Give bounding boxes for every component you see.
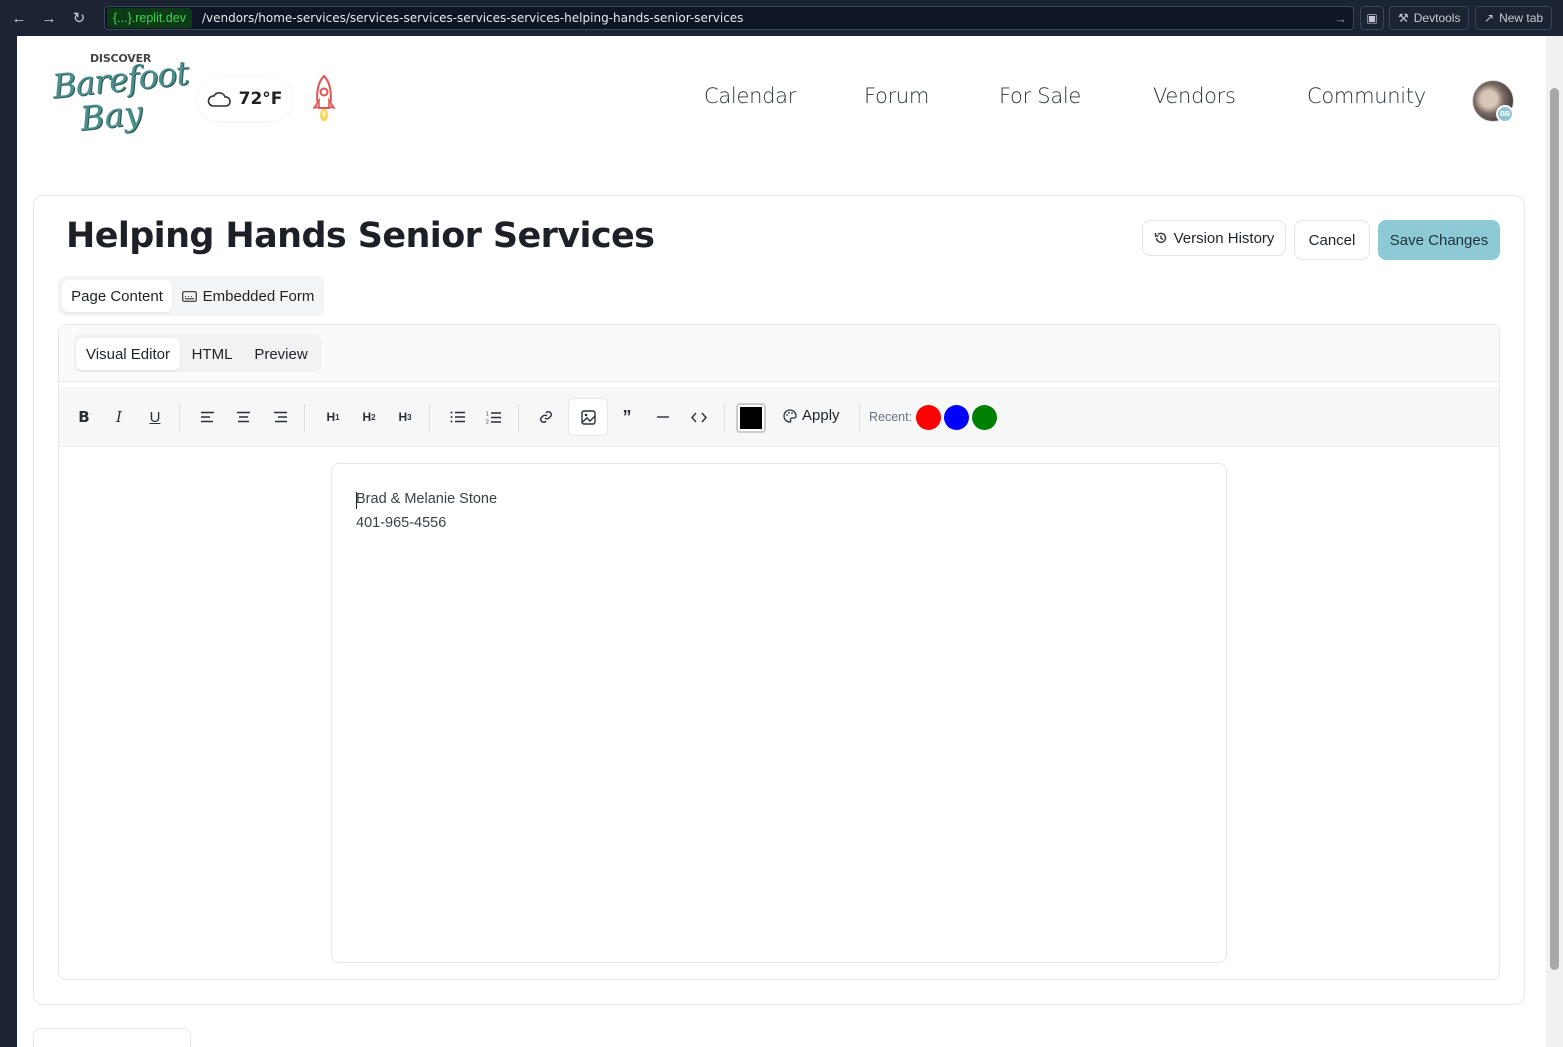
toolbar-divider — [518, 404, 519, 432]
bold-icon[interactable]: B — [66, 398, 102, 436]
heading3-icon[interactable]: H3 — [387, 398, 423, 436]
toolbar-divider — [304, 404, 305, 432]
tab-visual-editor[interactable]: Visual Editor — [76, 338, 180, 370]
text-color-picker[interactable] — [736, 403, 766, 433]
horizontal-rule-icon[interactable] — [645, 398, 681, 436]
page-title: Helping Hands Senior Services — [66, 216, 655, 256]
formatting-toolbar: B I U H1 H2 H3 12 ” Apply Recent: — [59, 387, 1499, 447]
ordered-list-icon[interactable]: 12 — [476, 398, 512, 436]
align-right-icon[interactable] — [262, 398, 298, 436]
nav-calendar[interactable]: Calendar — [704, 84, 796, 108]
recent-colors-label: Recent: — [869, 410, 913, 424]
avatar-badge: BB — [1496, 105, 1514, 123]
wrench-icon: ⚒ — [1398, 11, 1409, 25]
palette-icon — [783, 408, 797, 423]
browser-toolbar: ← → ↻ {...}.replit.dev /vendors/home-ser… — [0, 0, 1563, 36]
site-logo[interactable]: DISCOVER Barefoot Bay — [48, 50, 190, 140]
underline-icon[interactable]: U — [137, 398, 173, 436]
code-icon[interactable] — [681, 398, 717, 436]
tab-html-label: HTML — [191, 345, 233, 363]
tab-page-content-label: Page Content — [71, 287, 163, 305]
toolbar-divider — [724, 404, 725, 432]
url-domain: {...}.replit.dev — [107, 8, 192, 28]
tab-page-content[interactable]: Page Content — [62, 280, 172, 312]
cancel-label: Cancel — [1308, 231, 1356, 249]
align-center-icon[interactable] — [225, 398, 261, 436]
reload-icon[interactable]: ↻ — [66, 5, 92, 31]
url-path: /vendors/home-services/services-services… — [201, 11, 744, 25]
scrollbar[interactable] — [1546, 36, 1563, 1047]
recent-color-red[interactable] — [916, 405, 941, 430]
version-history-label: Version History — [1173, 229, 1275, 247]
align-left-icon[interactable] — [189, 398, 225, 436]
editor-container: Visual Editor HTML Preview B I U H1 H2 H… — [58, 324, 1500, 980]
save-button[interactable]: Save Changes — [1378, 220, 1500, 260]
new-tab-label: New tab — [1499, 11, 1544, 25]
nav-forum[interactable]: Forum — [864, 84, 929, 108]
address-bar[interactable]: {...}.replit.dev /vendors/home-services/… — [104, 6, 1354, 30]
form-icon — [181, 290, 197, 302]
tab-html[interactable]: HTML — [182, 338, 242, 370]
footer-card — [33, 1028, 191, 1047]
window-edge — [0, 36, 17, 1047]
editor-mode-bar: Visual Editor HTML Preview — [59, 325, 1499, 382]
new-tab-button[interactable]: ↗ New tab — [1475, 6, 1553, 30]
apply-label: Apply — [802, 407, 840, 424]
apply-color-button[interactable]: Apply — [783, 407, 840, 424]
nav-community[interactable]: Community — [1307, 84, 1426, 108]
logo-line2: Bay — [78, 92, 145, 139]
link-icon[interactable] — [528, 398, 564, 436]
tab-visual-editor-label: Visual Editor — [86, 345, 170, 363]
bullet-list-icon[interactable] — [440, 398, 476, 436]
document-line[interactable]: Brad & Melanie Stone — [356, 491, 497, 507]
toolbar-divider — [429, 404, 430, 432]
quote-icon[interactable]: ” — [609, 398, 645, 436]
save-label: Save Changes — [1389, 231, 1489, 249]
weather-widget[interactable]: 72°F — [197, 77, 292, 121]
tab-embedded-form-label: Embedded Form — [202, 287, 315, 305]
recent-color-blue[interactable] — [944, 405, 969, 430]
history-icon — [1154, 232, 1166, 244]
forward-icon[interactable]: → — [36, 5, 62, 31]
heading2-icon[interactable]: H2 — [351, 398, 387, 436]
version-history-button[interactable]: Version History — [1142, 220, 1286, 256]
devtools-button[interactable]: ⚒ Devtools — [1389, 6, 1470, 30]
external-link-icon: ↗ — [1484, 11, 1495, 25]
devtools-label: Devtools — [1413, 11, 1461, 25]
current-color — [740, 407, 762, 429]
rocket-icon[interactable] — [310, 74, 338, 126]
toolbar-divider — [859, 404, 860, 432]
image-icon[interactable] — [568, 398, 608, 436]
screen-icon[interactable]: ▣ — [1360, 6, 1384, 30]
cancel-button[interactable]: Cancel — [1294, 220, 1370, 260]
cloud-icon — [207, 92, 231, 107]
weather-temp: 72°F — [238, 89, 283, 109]
content-tabs: Page Content Embedded Form — [58, 276, 324, 316]
back-icon[interactable]: ← — [6, 5, 32, 31]
visual-editor-document[interactable]: Brad & Melanie Stone 401-965-4556 — [331, 463, 1227, 963]
nav-for-sale[interactable]: For Sale — [999, 84, 1081, 108]
tab-preview-label: Preview — [254, 345, 308, 363]
tab-embedded-form[interactable]: Embedded Form — [176, 280, 320, 312]
toolbar-divider — [179, 404, 180, 432]
svg-text:1: 1 — [486, 411, 489, 417]
nav-vendors[interactable]: Vendors — [1153, 84, 1236, 108]
document-line[interactable]: 401-965-4556 — [356, 515, 446, 531]
svg-text:2: 2 — [486, 419, 489, 424]
tab-preview[interactable]: Preview — [244, 338, 318, 370]
italic-icon[interactable]: I — [101, 398, 137, 436]
heading1-icon[interactable]: H1 — [315, 398, 351, 436]
go-arrow-icon[interactable]: → — [1334, 11, 1347, 26]
editor-tabs: Visual Editor HTML Preview — [74, 334, 322, 372]
recent-color-green[interactable] — [972, 405, 997, 430]
scrollbar-thumb[interactable] — [1550, 88, 1559, 970]
